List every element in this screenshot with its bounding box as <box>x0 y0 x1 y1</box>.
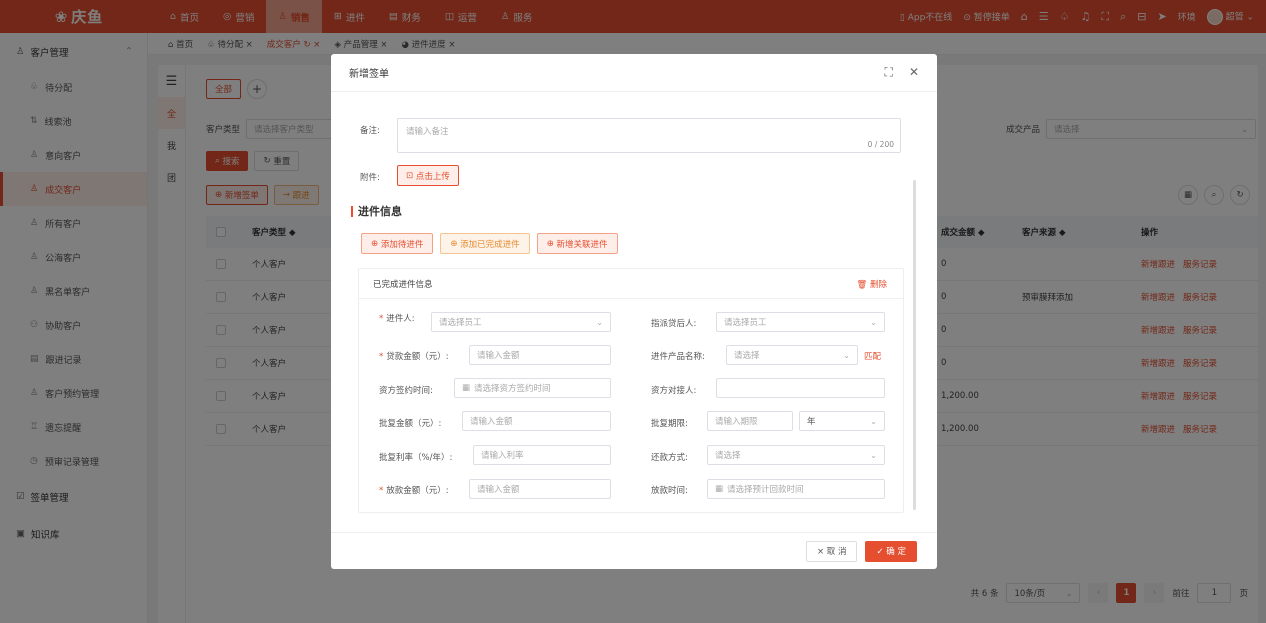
plus-circle-icon: ⊕ <box>450 238 458 249</box>
repay-select[interactable]: 请选择 ⌄ <box>707 445 885 465</box>
add-completed-button[interactable]: ⊕ 添加已完成进件 <box>440 233 530 254</box>
post-loan-select[interactable]: 请选择员工 ⌄ <box>716 312 885 332</box>
plus-circle-icon: ⊕ <box>546 238 554 249</box>
match-link[interactable]: 匹配 <box>864 350 881 362</box>
card-title: 已完成进件信息 <box>373 279 433 290</box>
chevron-down-icon: ⌄ <box>870 416 877 426</box>
approve-amount-input[interactable]: 请输入金额 <box>462 411 611 431</box>
attach-label: 附件: <box>360 173 380 183</box>
rate-label: 批复利率（%/年）: <box>379 453 453 463</box>
dialog-footer: × 取 消 ✓ 确 定 <box>331 532 937 569</box>
dialog-scrollbar[interactable] <box>913 180 916 510</box>
dialog-header: 新增签单 ⛶ ✕ <box>331 54 937 92</box>
loan-amount-label: * 贷款金额（元）: <box>379 352 449 362</box>
remark-label: 备注: <box>360 126 380 136</box>
upload-icon: ⊡ <box>406 170 414 181</box>
calendar-icon: ▦ <box>715 484 724 494</box>
chevron-down-icon: ⌄ <box>870 317 877 327</box>
repay-label: 还款方式: <box>651 453 688 463</box>
calendar-icon: ▦ <box>462 383 471 393</box>
dialog-title: 新增签单 <box>349 69 389 80</box>
sign-time-label: 资方签约时间: <box>379 386 433 396</box>
term-unit-select[interactable]: 年 ⌄ <box>799 411 885 431</box>
remark-textarea[interactable]: 请输入备注 0 / 200 <box>397 118 901 153</box>
contact-label: 资方对接人: <box>651 386 697 396</box>
disburse-amount-input[interactable]: 请输入金额 <box>469 479 611 499</box>
rate-input[interactable]: 请输入利率 <box>473 445 611 465</box>
section-title: 进件信息 <box>351 206 402 217</box>
card-header: 已完成进件信息 🗑 删除 <box>359 269 903 299</box>
disburse-time-picker[interactable]: ▦ 请选择预计回款时间 <box>707 479 885 499</box>
confirm-button[interactable]: ✓ 确 定 <box>865 540 917 562</box>
chevron-down-icon: ⌄ <box>596 317 603 327</box>
applicant-label: * 进件人: <box>379 314 415 324</box>
applicant-select[interactable]: 请选择员工 ⌄ <box>431 312 611 332</box>
completed-application-card: 已完成进件信息 🗑 删除 * 进件人: 请选择员工 ⌄ 指派贷后人: 请选择员工 ⌄ … <box>358 268 904 513</box>
loan-amount-input[interactable]: 请输入金额 <box>469 345 611 365</box>
chevron-down-icon: ⌄ <box>843 350 850 360</box>
maximize-icon[interactable]: ⛶ <box>885 65 893 80</box>
disburse-time-label: 放款时间: <box>651 486 688 496</box>
disburse-amount-label: * 放款金额（元）: <box>379 486 449 496</box>
sign-time-picker[interactable]: ▦ 请选择资方签约时间 <box>454 378 611 398</box>
approve-term-input[interactable]: 请输入期限 <box>707 411 793 431</box>
remark-char-count: 0 / 200 <box>867 140 894 149</box>
new-sign-dialog: 新增签单 ⛶ ✕ 备注: 请输入备注 0 / 200 附件: ⊡ 点击上传 进件… <box>331 54 937 569</box>
cancel-button[interactable]: × 取 消 <box>805 540 858 562</box>
plus-circle-icon: ⊕ <box>371 238 379 249</box>
contact-input[interactable] <box>716 378 885 398</box>
product-name-label: 进件产品名称: <box>651 352 705 362</box>
trash-icon: 🗑 <box>856 279 868 290</box>
upload-button[interactable]: ⊡ 点击上传 <box>397 165 459 186</box>
approve-amount-label: 批复金额（元）: <box>379 419 442 429</box>
add-pending-button[interactable]: ⊕ 添加待进件 <box>361 233 434 254</box>
dialog-body: 备注: 请输入备注 0 / 200 附件: ⊡ 点击上传 进件信息 ⊕ 添加待进… <box>331 92 937 532</box>
product-select[interactable]: 请选择 ⌄ <box>726 345 858 365</box>
chevron-down-icon: ⌄ <box>870 450 877 460</box>
close-icon[interactable]: ✕ <box>909 65 919 80</box>
approve-term-label: 批复期限: <box>651 419 688 429</box>
delete-button[interactable]: 🗑 删除 <box>856 278 887 290</box>
post-loan-label: 指派贷后人: <box>651 319 697 329</box>
add-linked-button[interactable]: ⊕ 新增关联进件 <box>536 233 618 254</box>
